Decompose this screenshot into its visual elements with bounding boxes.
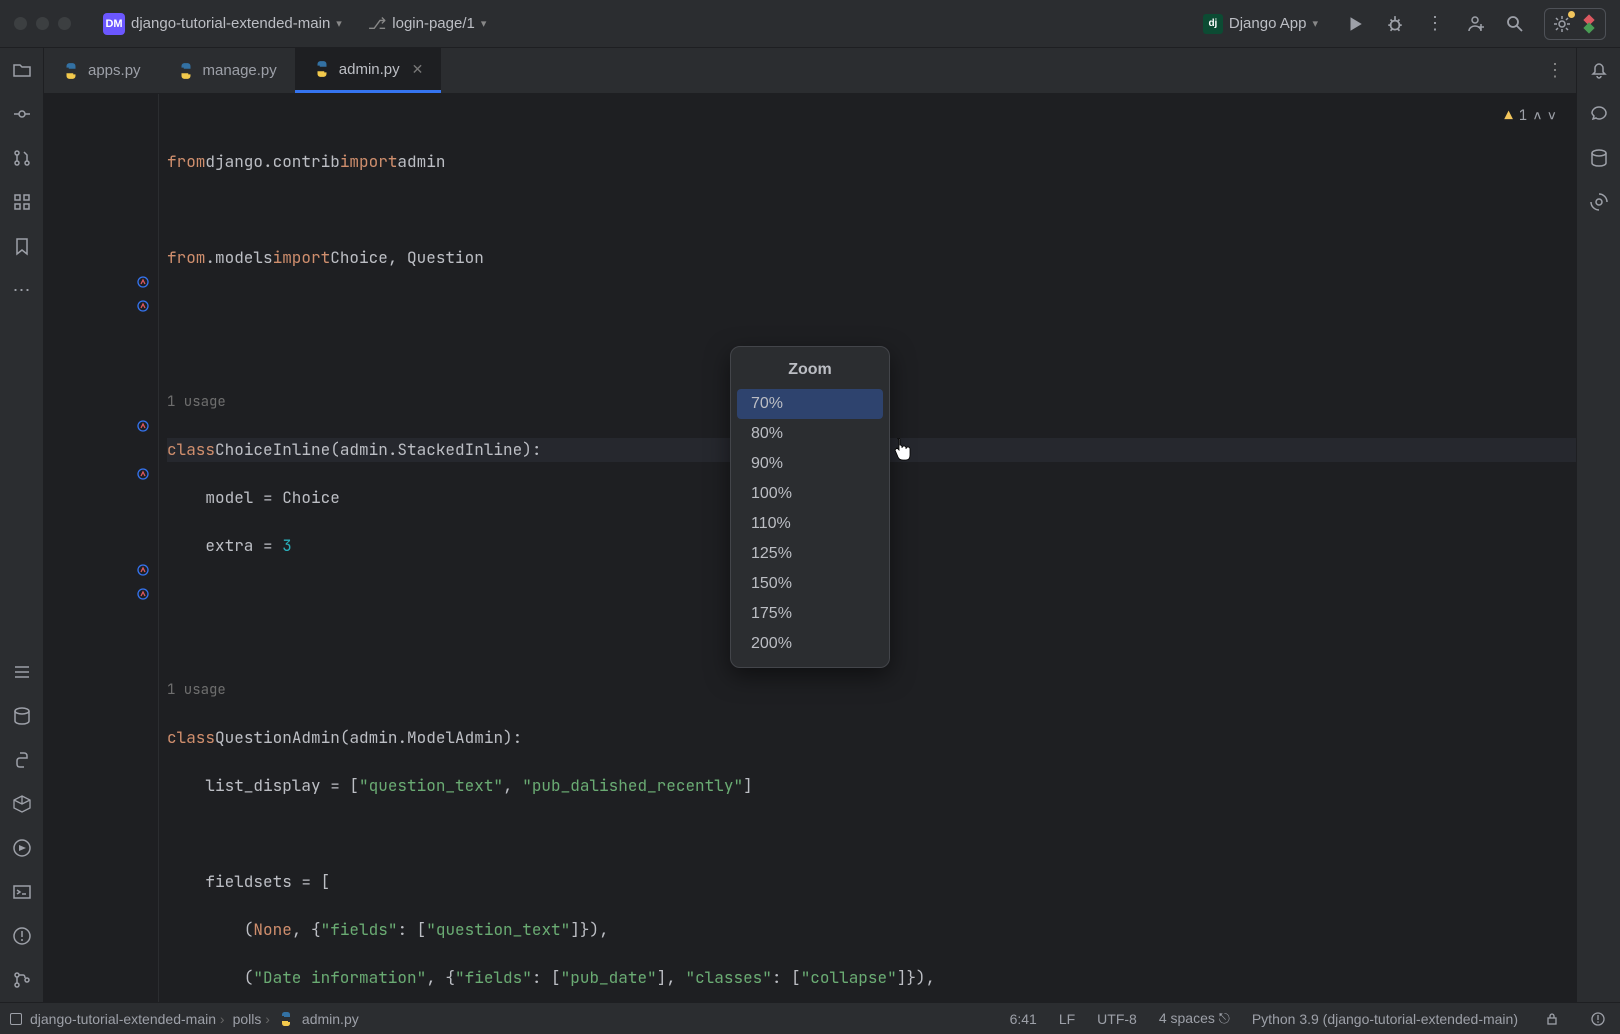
tab-label: manage.py — [203, 62, 277, 79]
indent-status[interactable]: 4 spaces ⎋ — [1159, 1010, 1230, 1027]
ai-assistant-icon[interactable] — [1587, 102, 1611, 126]
right-tool-rail — [1576, 48, 1620, 1002]
plugin-badge-icon[interactable] — [1579, 14, 1599, 34]
python-interpreter[interactable]: Python 3.9 (django-tutorial-extended-mai… — [1252, 1011, 1518, 1027]
code-with-me-button[interactable] — [1464, 13, 1486, 35]
zoom-option-80[interactable]: 80% — [737, 419, 883, 449]
services-tool-icon[interactable] — [10, 836, 34, 860]
tab-apps-py[interactable]: apps.py — [44, 48, 159, 93]
settings-group — [1544, 8, 1606, 40]
commit-tool-icon[interactable] — [10, 102, 34, 126]
breadcrumb-file[interactable]: admin.py — [302, 1011, 359, 1027]
python-file-icon — [313, 60, 331, 78]
pull-requests-icon[interactable] — [10, 146, 34, 170]
zoom-option-100[interactable]: 100% — [737, 479, 883, 509]
zoom-option-125[interactable]: 125% — [737, 539, 883, 569]
tab-label: admin.py — [339, 61, 400, 78]
branch-selector[interactable]: ⎇ login-page/1 ▾ — [360, 10, 495, 38]
override-gutter-icon[interactable] — [136, 563, 150, 577]
python-console-icon[interactable] — [10, 748, 34, 772]
todo-tool-icon[interactable] — [10, 660, 34, 684]
left-tool-rail: ⋯ — [0, 48, 44, 1002]
close-window-button[interactable] — [14, 17, 27, 30]
nav-bar-icon — [10, 1013, 22, 1025]
chevron-down-icon: ▾ — [1312, 17, 1318, 30]
run-button[interactable] — [1344, 13, 1366, 35]
ro-toggle-icon[interactable] — [1540, 1007, 1564, 1031]
run-config-name: Django App — [1229, 15, 1307, 32]
breadcrumb-dir[interactable]: polls — [233, 1011, 270, 1027]
tab-label: apps.py — [88, 62, 141, 79]
problems-status-icon[interactable] — [1586, 1007, 1610, 1031]
editor-tabs: apps.py manage.py admin.py ✕ ⋮ — [44, 48, 1576, 94]
override-gutter-icon[interactable] — [136, 299, 150, 313]
database-right-icon[interactable] — [1587, 146, 1611, 170]
project-selector[interactable]: DM django-tutorial-extended-main ▾ — [95, 9, 350, 39]
python-file-icon — [177, 62, 195, 80]
tab-menu-button[interactable]: ⋮ — [1546, 60, 1564, 81]
zoom-popup: Zoom 70% 80% 90% 100% 110% 125% 150% 175… — [730, 346, 890, 668]
zoom-popup-title: Zoom — [737, 353, 883, 389]
bookmarks-tool-icon[interactable] — [10, 234, 34, 258]
zoom-option-110[interactable]: 110% — [737, 509, 883, 539]
maximize-window-button[interactable] — [58, 17, 71, 30]
inspection-widget[interactable]: ▲ 1 ∧ ∨ — [1504, 104, 1556, 128]
branch-name: login-page/1 — [392, 15, 475, 32]
search-button[interactable] — [1504, 13, 1526, 35]
editor-gutter — [44, 94, 159, 1002]
warning-count: 1 — [1519, 104, 1527, 128]
git-branch-icon: ⎇ — [368, 14, 386, 34]
close-tab-icon[interactable]: ✕ — [412, 61, 424, 78]
zoom-option-90[interactable]: 90% — [737, 449, 883, 479]
structure-tool-icon[interactable] — [10, 190, 34, 214]
vcs-tool-icon[interactable] — [10, 968, 34, 992]
override-gutter-icon[interactable] — [136, 587, 150, 601]
breadcrumb-root[interactable]: django-tutorial-extended-main — [30, 1011, 225, 1027]
caret-position[interactable]: 6:41 — [1010, 1011, 1037, 1027]
minimize-window-button[interactable] — [36, 17, 49, 30]
override-gutter-icon[interactable] — [136, 419, 150, 433]
readonly-lock-icon[interactable]: ⎋ — [1219, 1010, 1230, 1026]
tab-manage-py[interactable]: manage.py — [159, 48, 295, 93]
file-encoding[interactable]: UTF-8 — [1097, 1011, 1137, 1027]
problems-tool-icon[interactable] — [10, 924, 34, 948]
zoom-option-70[interactable]: 70% — [737, 389, 883, 419]
settings-button[interactable] — [1551, 13, 1573, 35]
warning-icon: ▲ — [1504, 104, 1512, 128]
zoom-option-175[interactable]: 175% — [737, 599, 883, 629]
zoom-option-150[interactable]: 150% — [737, 569, 883, 599]
debug-button[interactable] — [1384, 13, 1406, 35]
chevron-down-icon: ▾ — [336, 17, 342, 30]
breadcrumb[interactable]: django-tutorial-extended-main polls admi… — [10, 1011, 359, 1027]
endpoints-icon[interactable] — [1587, 190, 1611, 214]
tab-admin-py[interactable]: admin.py ✕ — [295, 48, 442, 93]
project-tool-icon[interactable] — [10, 58, 34, 82]
next-highlight-icon[interactable]: ∨ — [1548, 104, 1556, 128]
python-file-icon — [278, 1011, 294, 1027]
override-gutter-icon[interactable] — [136, 467, 150, 481]
chevron-down-icon: ▾ — [481, 17, 487, 30]
project-icon: DM — [103, 13, 125, 35]
titlebar: DM django-tutorial-extended-main ▾ ⎇ log… — [0, 0, 1620, 48]
database-tool-icon[interactable] — [10, 704, 34, 728]
notifications-tool-icon[interactable] — [1587, 58, 1611, 82]
run-config-selector[interactable]: dj Django App ▾ — [1195, 10, 1326, 38]
prev-highlight-icon[interactable]: ∧ — [1533, 104, 1541, 128]
more-actions-button[interactable]: ⋮ — [1424, 13, 1446, 35]
python-file-icon — [62, 62, 80, 80]
django-icon: dj — [1203, 14, 1223, 34]
override-gutter-icon[interactable] — [136, 275, 150, 289]
window-controls — [14, 17, 71, 30]
zoom-option-200[interactable]: 200% — [737, 629, 883, 659]
more-tools-icon[interactable]: ⋯ — [10, 278, 34, 302]
status-bar: django-tutorial-extended-main polls admi… — [0, 1002, 1620, 1034]
terminal-tool-icon[interactable] — [10, 880, 34, 904]
line-separator[interactable]: LF — [1059, 1011, 1075, 1027]
packages-tool-icon[interactable] — [10, 792, 34, 816]
project-name: django-tutorial-extended-main — [131, 15, 330, 32]
